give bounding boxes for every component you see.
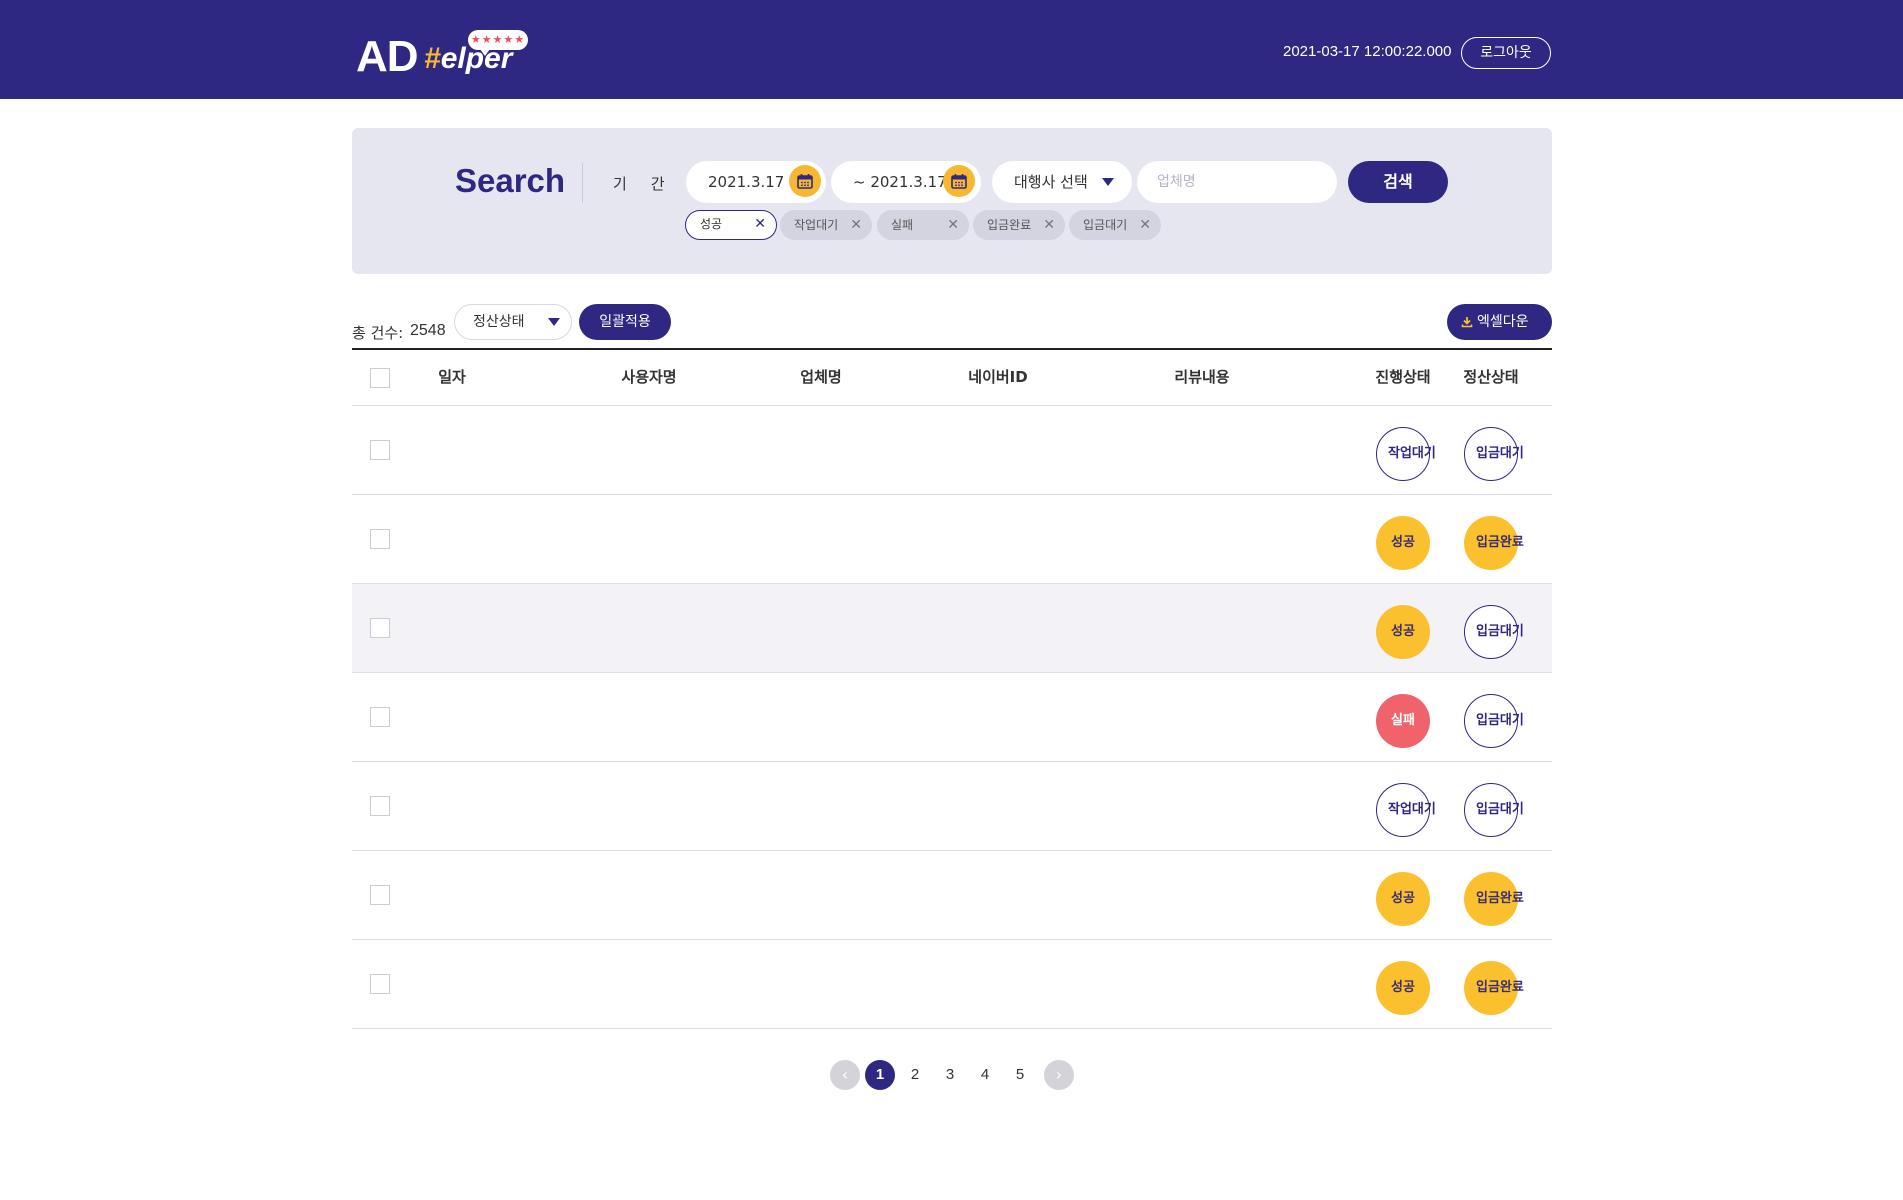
column-header-company[interactable]: 업체명 <box>800 350 841 405</box>
progress-status-badge[interactable]: 실패 <box>1376 694 1430 748</box>
progress-status-text: 실패 <box>1391 713 1415 729</box>
logout-button[interactable]: 로그아웃 <box>1461 37 1551 69</box>
settlement-status-badge[interactable]: 입금완료 <box>1464 961 1524 1015</box>
logo-hash: # <box>424 42 441 75</box>
table-row[interactable]: 작업대기 입금대기 <box>352 762 1552 851</box>
settlement-status-badge[interactable]: 입금완료 <box>1464 872 1524 926</box>
row-checkbox[interactable] <box>370 974 390 994</box>
settlement-status-badge[interactable]: 입금대기 <box>1464 605 1524 659</box>
top-header: AD #elper ★★★★★ 2021-03-17 12:00:22.000 … <box>0 0 1903 99</box>
filter-tag-success[interactable]: 성공 ✕ <box>685 210 777 240</box>
close-icon[interactable]: ✕ <box>850 210 862 240</box>
row-checkbox[interactable] <box>370 440 390 460</box>
row-checkbox[interactable] <box>370 796 390 816</box>
select-all-checkbox[interactable] <box>370 368 390 388</box>
filter-tag-work-waiting[interactable]: 작업대기 ✕ <box>780 210 872 240</box>
calendar-icon[interactable] <box>943 165 975 197</box>
page-button-5[interactable]: 5 <box>1005 1060 1035 1090</box>
filter-tag-fail[interactable]: 실패 ✕ <box>877 210 969 240</box>
logo-stars-bubble: ★★★★★ <box>468 30 528 56</box>
page-button-2[interactable]: 2 <box>900 1060 930 1090</box>
row-checkbox[interactable] <box>370 529 390 549</box>
search-title: Search <box>455 162 566 199</box>
excel-download-button[interactable]: 엑셀다운 <box>1447 304 1552 340</box>
filter-tag-deposit-done[interactable]: 입금완료 ✕ <box>973 210 1065 240</box>
filter-tag-label: 실패 <box>891 218 914 232</box>
progress-status-badge[interactable]: 작업대기 <box>1376 783 1436 837</box>
progress-status-text: 작업대기 <box>1388 446 1436 462</box>
table-row[interactable]: 성공 입금완료 <box>352 851 1552 940</box>
calendar-icon[interactable] <box>789 165 821 197</box>
total-count-label: 총 건수: <box>352 324 404 342</box>
filter-tag-label: 입금대기 <box>1083 218 1128 232</box>
settlement-status-badge[interactable]: 입금대기 <box>1464 427 1524 481</box>
chevron-left-icon[interactable]: ‹ <box>830 1060 860 1090</box>
close-icon[interactable]: ✕ <box>947 210 959 240</box>
pagination: ‹ 1 2 3 4 5 › <box>830 1060 1080 1092</box>
filter-tag-label: 작업대기 <box>794 218 839 232</box>
close-icon[interactable]: ✕ <box>754 211 766 238</box>
page-button-1[interactable]: 1 <box>865 1060 895 1090</box>
progress-status-text: 성공 <box>1391 624 1415 640</box>
progress-status-text: 성공 <box>1391 535 1415 551</box>
settlement-status-badge[interactable]: 입금완료 <box>1464 516 1524 570</box>
progress-status-text: 성공 <box>1391 891 1415 907</box>
page-button-3[interactable]: 3 <box>935 1060 965 1090</box>
caret-down-icon <box>1102 178 1114 186</box>
excel-download-label: 엑셀다운 <box>1477 314 1529 330</box>
download-icon <box>1461 317 1473 328</box>
settlement-status-text: 입금대기 <box>1476 624 1524 640</box>
settlement-status-text: 입금완료 <box>1476 535 1524 551</box>
caret-down-icon <box>548 318 560 326</box>
progress-status-text: 작업대기 <box>1388 802 1436 818</box>
search-divider <box>582 163 583 203</box>
settlement-status-badge[interactable]: 입금대기 <box>1464 694 1524 748</box>
settlement-status-text: 입금완료 <box>1476 980 1524 996</box>
progress-status-badge[interactable]: 성공 <box>1376 605 1430 659</box>
search-button[interactable]: 검색 <box>1348 161 1448 203</box>
progress-status-badge[interactable]: 성공 <box>1376 961 1430 1015</box>
table-row[interactable]: 성공 입금완료 <box>352 940 1552 1029</box>
settlement-status-text: 입금대기 <box>1476 446 1524 462</box>
row-checkbox[interactable] <box>370 885 390 905</box>
table-row[interactable]: 실패 입금대기 <box>352 673 1552 762</box>
bulk-apply-button[interactable]: 일괄적용 <box>579 304 671 340</box>
row-checkbox[interactable] <box>370 707 390 727</box>
column-header-user-name[interactable]: 사용자명 <box>621 350 676 405</box>
table-row[interactable]: 성공 입금대기 <box>352 584 1552 673</box>
settlement-status-text: 입금대기 <box>1476 713 1524 729</box>
period-label: 기간 <box>613 175 689 193</box>
progress-status-text: 성공 <box>1391 980 1415 996</box>
progress-status-badge[interactable]: 작업대기 <box>1376 427 1436 481</box>
page-button-4[interactable]: 4 <box>970 1060 1000 1090</box>
column-header-review[interactable]: 리뷰내용 <box>1174 350 1229 405</box>
column-header-progress-status[interactable]: 진행상태 <box>1375 350 1430 405</box>
logo-ad-text: AD <box>356 32 419 81</box>
settlement-status-text: 입금대기 <box>1476 802 1524 818</box>
settlement-status-badge[interactable]: 입금대기 <box>1464 783 1524 837</box>
settlement-status-text: 입금완료 <box>1476 891 1524 907</box>
filter-tag-label: 입금완료 <box>987 218 1032 232</box>
column-header-date[interactable]: 일자 <box>438 350 466 405</box>
close-icon[interactable]: ✕ <box>1139 210 1151 240</box>
column-header-naver-id[interactable]: 네이버ID <box>968 350 1027 405</box>
row-checkbox[interactable] <box>370 618 390 638</box>
progress-status-badge[interactable]: 성공 <box>1376 516 1430 570</box>
current-datetime: 2021-03-17 12:00:22.000 <box>1283 43 1452 60</box>
table-row[interactable]: 성공 입금완료 <box>352 495 1552 584</box>
total-count-value: 2548 <box>410 322 446 339</box>
filter-tag-deposit-waiting[interactable]: 입금대기 ✕ <box>1069 210 1161 240</box>
adhelper-logo[interactable]: AD #elper ★★★★★ <box>356 30 532 81</box>
company-name-input[interactable] <box>1137 161 1337 203</box>
column-header-settlement-status[interactable]: 정산상태 <box>1463 350 1518 405</box>
table-row[interactable]: 작업대기 입금대기 <box>352 406 1552 495</box>
progress-status-badge[interactable]: 성공 <box>1376 872 1430 926</box>
filter-tag-label: 성공 <box>700 217 723 231</box>
chevron-right-icon[interactable]: › <box>1044 1060 1074 1090</box>
table-header: 일자 사용자명 업체명 네이버ID 리뷰내용 진행상태 정산상태 <box>352 348 1552 406</box>
close-icon[interactable]: ✕ <box>1043 210 1055 240</box>
review-table: 일자 사용자명 업체명 네이버ID 리뷰내용 진행상태 정산상태 작업대기 입금… <box>352 348 1552 1029</box>
